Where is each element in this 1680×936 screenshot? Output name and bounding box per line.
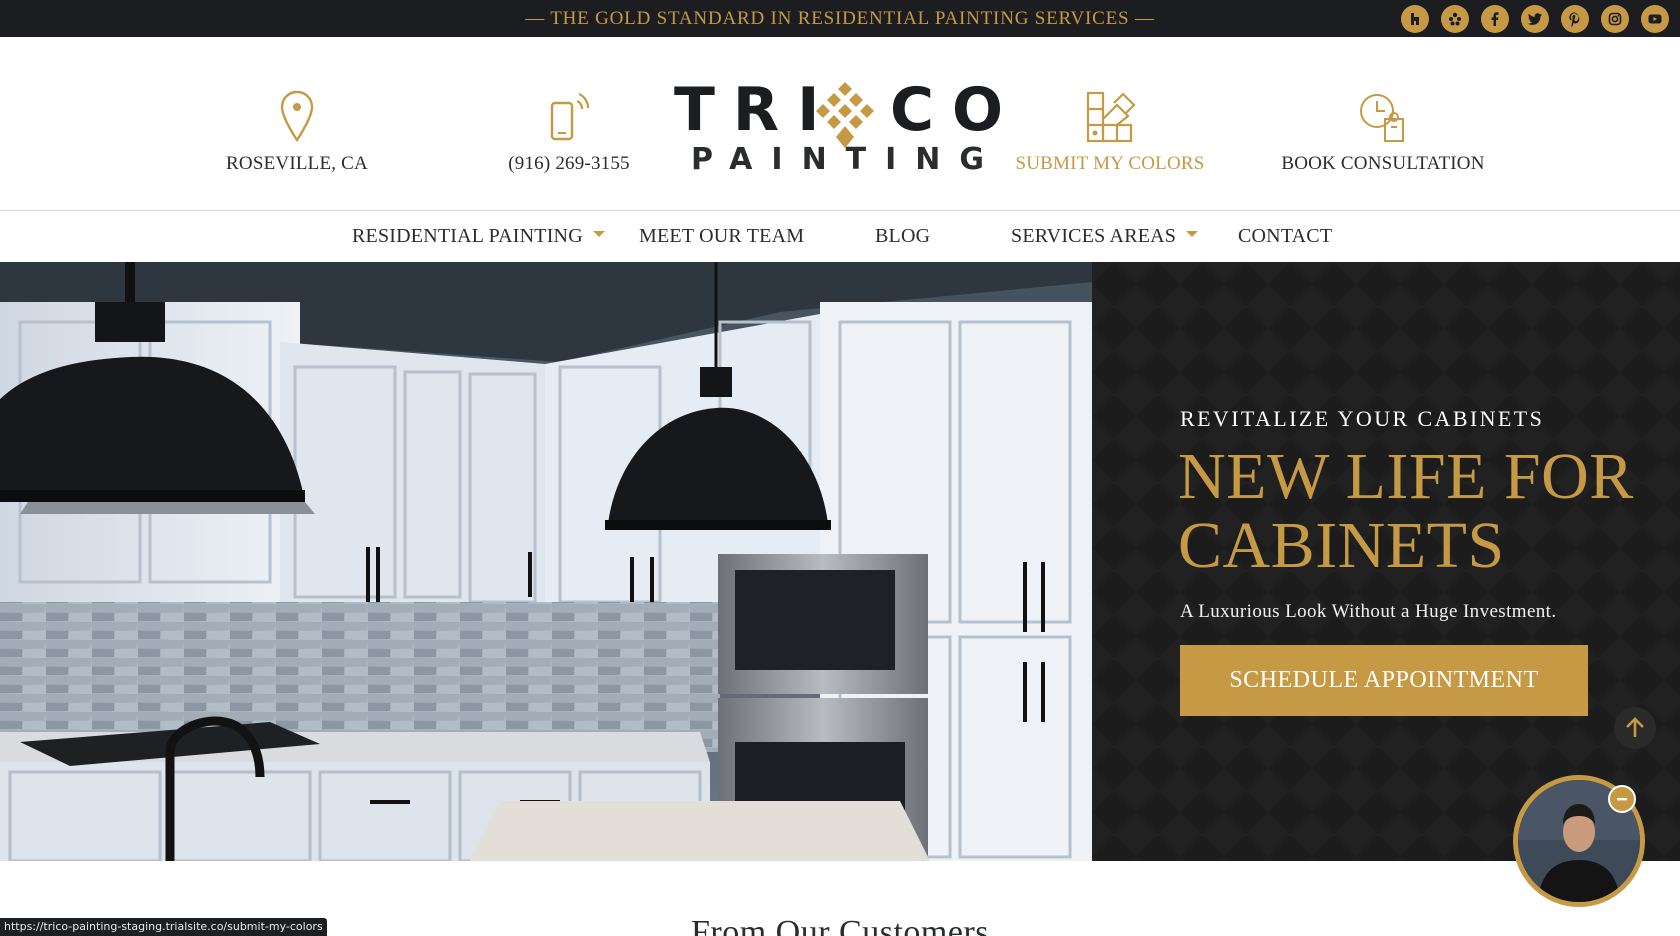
nav-blog[interactable]: BLOG	[875, 225, 930, 248]
pinterest-icon[interactable]	[1561, 5, 1589, 33]
hero-panel: REVITALIZE YOUR CABINETS NEW LIFE FOR CA…	[1092, 262, 1680, 861]
hero-section: REVITALIZE YOUR CABINETS NEW LIFE FOR CA…	[0, 262, 1680, 861]
nav-meet-our-team[interactable]: MEET OUR TEAM	[639, 225, 804, 248]
main-nav: RESIDENTIAL PAINTING MEET OUR TEAM BLOG …	[0, 211, 1680, 262]
diamond-logo-icon	[816, 82, 874, 148]
houzz-icon[interactable]	[1401, 5, 1429, 33]
chevron-down-icon	[592, 231, 605, 237]
submit-colors-label: SUBMIT MY COLORS	[1015, 153, 1205, 174]
kitchen-cabinets-photo	[0, 262, 1092, 861]
nav-label: MEET OUR TEAM	[639, 225, 805, 247]
hero-headline-line-2: CABINETS	[1178, 509, 1505, 582]
instagram-icon[interactable]	[1601, 5, 1629, 33]
hero-subline: A Luxurious Look Without a Huge Investme…	[1180, 601, 1557, 622]
logo-mark: TRI CO	[672, 80, 1008, 148]
book-consultation-label: BOOK CONSULTATION	[1281, 153, 1485, 174]
status-bar-url: https://trico-painting-staging.trialsite…	[0, 918, 327, 936]
nav-contact[interactable]: CONTACT	[1238, 225, 1332, 248]
facebook-icon[interactable]	[1481, 5, 1509, 33]
yelp-icon[interactable]	[1441, 5, 1469, 33]
social-links	[1401, 5, 1669, 33]
chevron-down-icon	[1186, 231, 1199, 237]
map-pin-icon	[280, 90, 314, 143]
submit-colors-link[interactable]: SUBMIT MY COLORS	[980, 89, 1240, 175]
scroll-to-top-button[interactable]	[1614, 707, 1656, 749]
clock-consultation-icon	[1360, 94, 1404, 142]
hero-headline: NEW LIFE FOR CABINETS	[1178, 442, 1658, 580]
book-consultation-link[interactable]: BOOK CONSULTATION	[1253, 89, 1513, 175]
schedule-appointment-button[interactable]: SCHEDULE APPOINTMENT	[1180, 645, 1588, 716]
location-label: ROSEVILLE, CA	[226, 153, 368, 174]
logo[interactable]: TRI CO PAINTING	[672, 70, 1008, 180]
twitter-icon[interactable]	[1521, 5, 1549, 33]
hero-headline-line-1: NEW LIFE FOR	[1178, 440, 1634, 513]
arrow-up-icon	[1626, 717, 1644, 737]
logo-subtitle: PAINTING	[690, 142, 1004, 177]
minimize-icon[interactable]	[1608, 785, 1636, 813]
color-swatch-icon	[1086, 91, 1136, 143]
phone-label: (916) 269-3155	[508, 153, 630, 174]
nav-label: CONTACT	[1238, 225, 1333, 247]
phone-icon	[550, 92, 590, 141]
nav-services-areas[interactable]: SERVICES AREAS	[1011, 225, 1199, 248]
top-bar: — THE GOLD STANDARD IN RESIDENTIAL PAINT…	[0, 0, 1680, 37]
nav-label: SERVICES AREAS	[1011, 225, 1177, 247]
phone-link[interactable]: (916) 269-3155	[439, 89, 699, 175]
youtube-icon[interactable]	[1641, 5, 1669, 33]
site-header: ROSEVILLE, CA (916) 269-3155 TRI CO PAIN…	[0, 37, 1680, 211]
nav-label: RESIDENTIAL PAINTING	[352, 225, 583, 247]
nav-label: BLOG	[875, 225, 931, 247]
hero-eyebrow: REVITALIZE YOUR CABINETS	[1180, 406, 1545, 431]
location-link[interactable]: ROSEVILLE, CA	[167, 89, 427, 175]
nav-residential-painting[interactable]: RESIDENTIAL PAINTING	[352, 225, 605, 248]
